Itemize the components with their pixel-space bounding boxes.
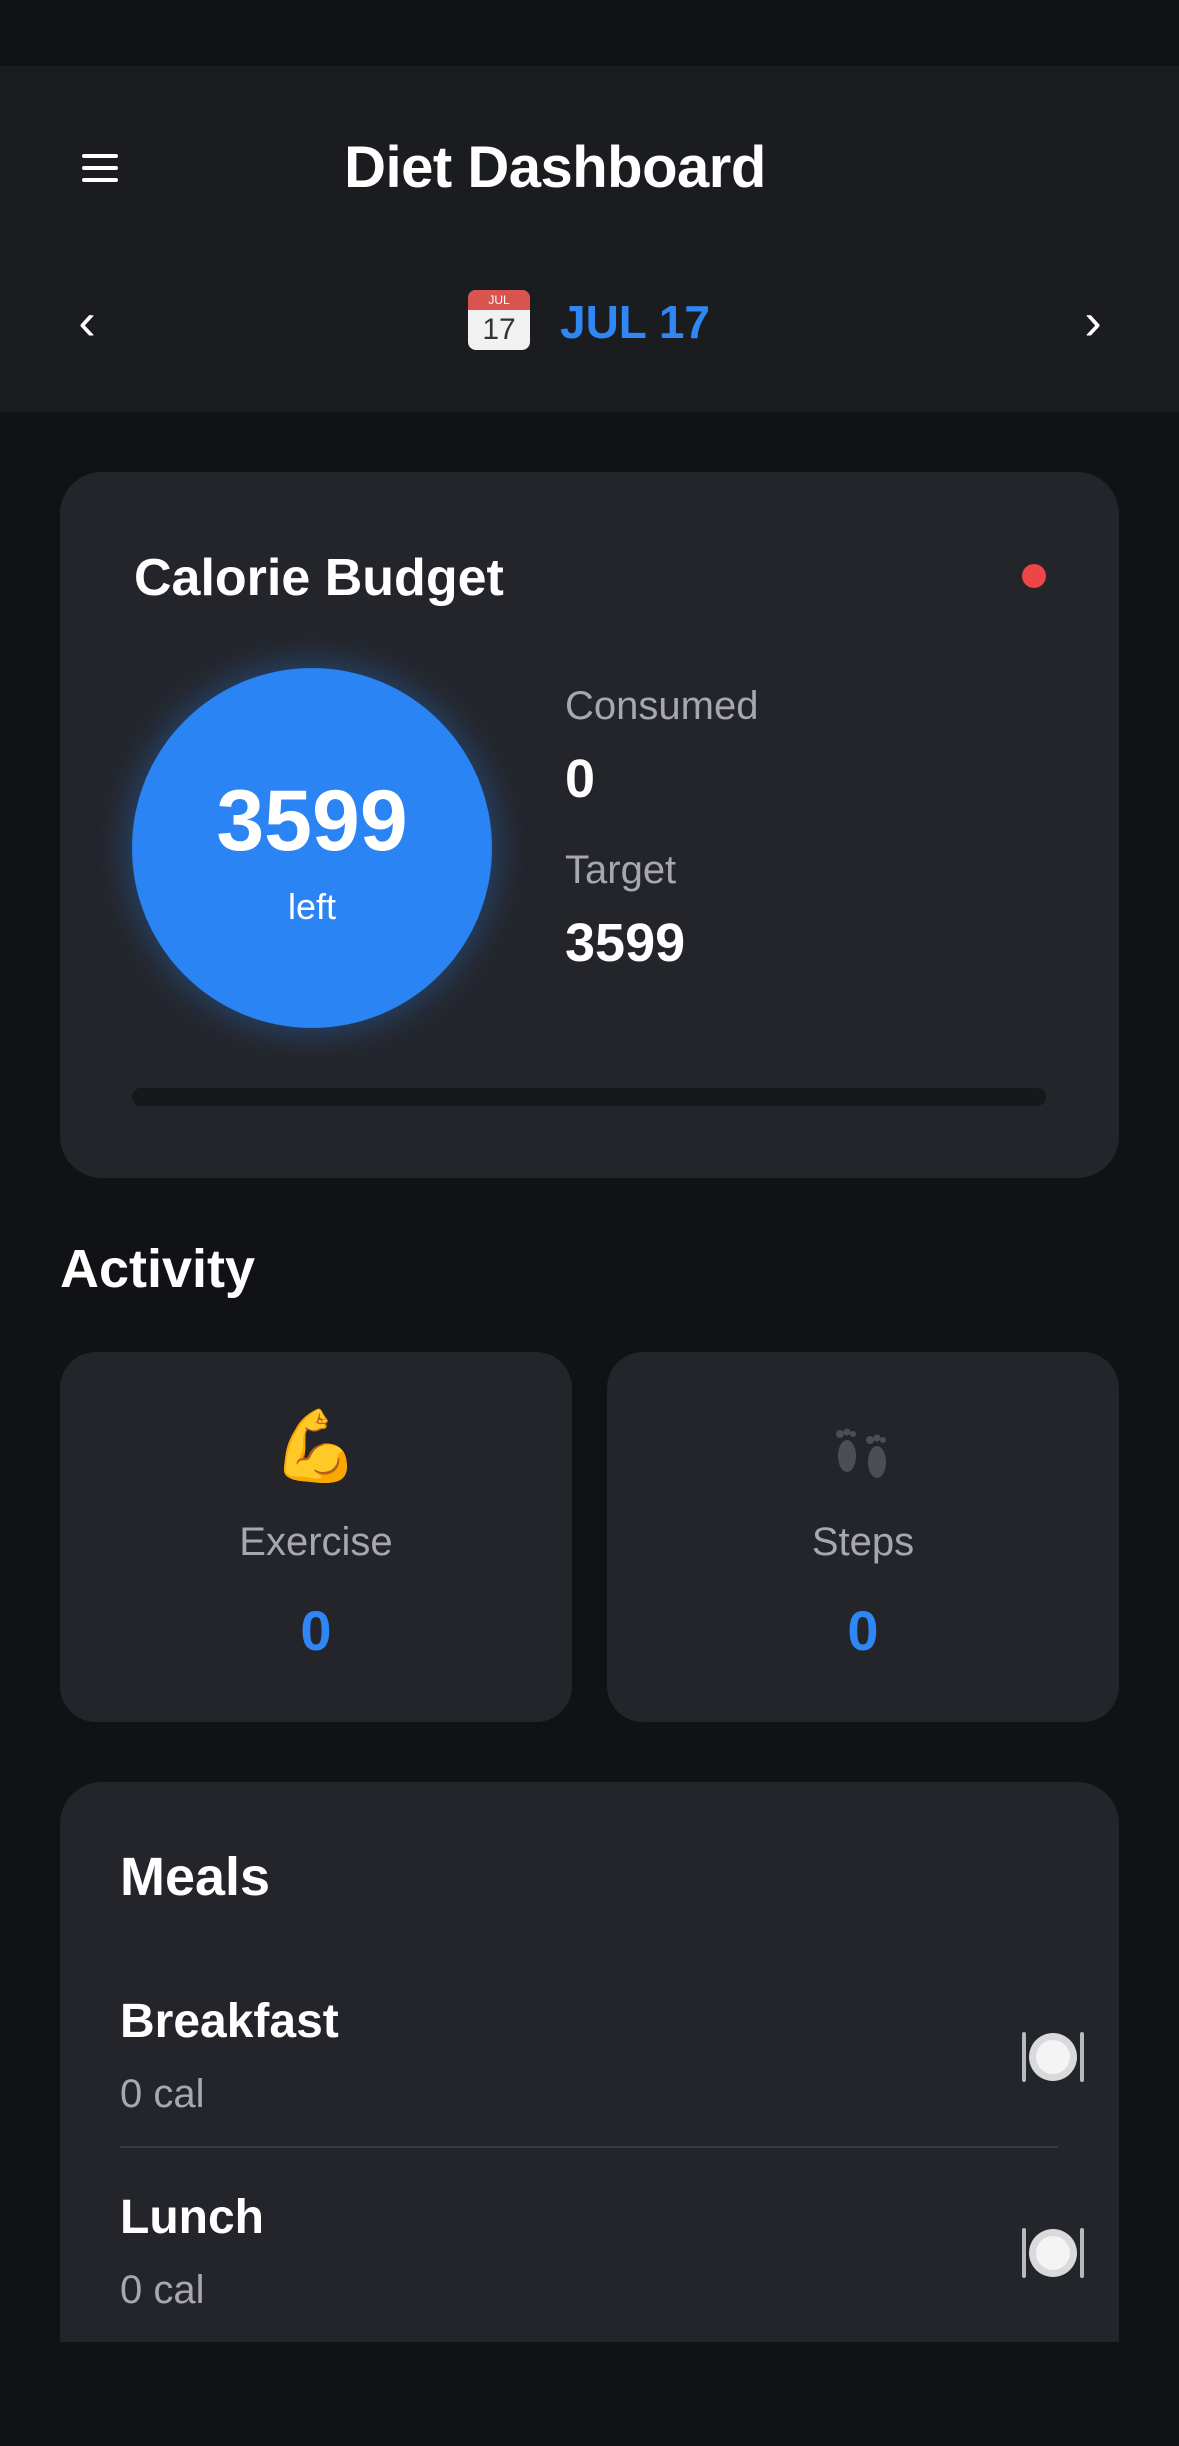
flexed-biceps-icon: 💪	[272, 1407, 360, 1485]
meals-title: Meals	[120, 1847, 271, 1907]
calendar-icon-month: JUL	[468, 290, 530, 310]
previous-day-button[interactable]: ‹	[52, 282, 122, 362]
meal-name: Breakfast	[120, 1995, 339, 2048]
diet-dashboard-screen: Diet Dashboard ‹ JUL 17 JUL 17 › Calorie…	[0, 0, 1179, 2446]
next-day-button[interactable]: ›	[1058, 282, 1128, 362]
consumed-label: Consumed	[565, 684, 759, 728]
meal-row-lunch[interactable]: Lunch 0 cal	[120, 2190, 1084, 2360]
activity-section-title: Activity	[60, 1239, 256, 1299]
target-label: Target	[565, 848, 677, 892]
calorie-budget-card: Calorie Budget 3599 left Consumed 0 Targ…	[60, 472, 1119, 1178]
calendar-icon-day: 17	[482, 313, 516, 346]
meal-calories: 0 cal	[120, 2268, 205, 2312]
consumed-value: 0	[565, 749, 596, 809]
status-indicator	[1022, 564, 1046, 588]
calories-left-ring: 3599 left	[132, 668, 492, 1028]
calendar-icon[interactable]: JUL 17	[468, 290, 530, 350]
meals-card: Meals Breakfast 0 cal Lunch 0 cal	[60, 1782, 1119, 2342]
steps-card[interactable]: Steps 0	[607, 1352, 1119, 1722]
page-title: Diet Dashboard	[344, 135, 766, 200]
exercise-card[interactable]: 💪 Exercise 0	[60, 1352, 572, 1722]
calorie-budget-title: Calorie Budget	[134, 549, 504, 607]
plate-cutlery-icon	[1022, 2032, 1084, 2082]
meal-name: Lunch	[120, 2191, 264, 2244]
steps-value: 0	[847, 1599, 879, 1662]
exercise-value: 0	[300, 1599, 332, 1662]
date-navigator: ‹ JUL 17 JUL 17 ›	[0, 282, 1179, 362]
meal-calories: 0 cal	[120, 2072, 205, 2116]
calories-left-value: 3599	[216, 773, 408, 869]
current-date[interactable]: JUL 17	[560, 282, 710, 362]
status-bar	[0, 0, 1179, 66]
target-value: 3599	[565, 913, 686, 973]
exercise-label: Exercise	[239, 1520, 393, 1564]
meal-row-breakfast[interactable]: Breakfast 0 cal	[120, 1994, 1084, 2164]
calorie-progress-bar	[132, 1088, 1046, 1106]
plate-cutlery-icon	[1022, 2228, 1084, 2278]
steps-label: Steps	[811, 1520, 915, 1564]
meal-divider	[120, 2146, 1058, 2148]
footprints-icon	[607, 1406, 1119, 1492]
calories-left-label: left	[287, 886, 337, 927]
